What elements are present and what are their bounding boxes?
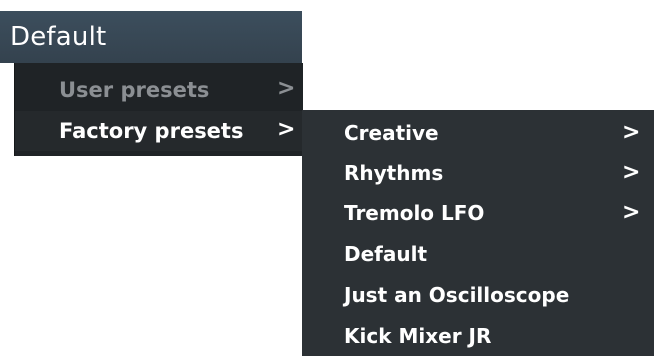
submenu-item-rhythms[interactable]: Rhythms > bbox=[302, 153, 654, 193]
chevron-right-icon: > bbox=[622, 160, 641, 185]
menu-item-label: Factory presets bbox=[59, 119, 244, 143]
preset-menu: User presets > Factory presets > bbox=[14, 63, 303, 156]
chevron-right-icon: > bbox=[622, 120, 641, 145]
submenu-item-tremolo-lfo[interactable]: Tremolo LFO > bbox=[302, 193, 654, 233]
submenu-item-kick-mixer-jr[interactable]: Kick Mixer JR bbox=[302, 316, 654, 356]
chevron-right-icon: > bbox=[277, 76, 296, 101]
menu-item-user-presets[interactable]: User presets > bbox=[15, 70, 303, 110]
submenu-item-just-an-oscilloscope[interactable]: Just an Oscilloscope bbox=[302, 275, 654, 315]
factory-presets-submenu: Creative > Rhythms > Tremolo LFO > Defau… bbox=[302, 110, 654, 356]
preset-browser: Default User presets > Factory presets >… bbox=[0, 0, 657, 356]
submenu-item-label: Tremolo LFO bbox=[344, 201, 485, 225]
chevron-right-icon: > bbox=[622, 200, 641, 225]
preset-selector[interactable]: Default bbox=[0, 11, 302, 63]
submenu-item-label: Just an Oscilloscope bbox=[344, 283, 570, 307]
menu-item-label: User presets bbox=[59, 78, 210, 102]
submenu-item-default[interactable]: Default bbox=[302, 234, 654, 274]
submenu-item-label: Kick Mixer JR bbox=[344, 324, 492, 348]
current-preset-name: Default bbox=[10, 22, 107, 52]
submenu-item-label: Default bbox=[344, 242, 428, 266]
submenu-item-label: Creative bbox=[344, 121, 439, 145]
submenu-item-label: Rhythms bbox=[344, 161, 444, 185]
chevron-right-icon: > bbox=[277, 117, 296, 142]
submenu-item-creative[interactable]: Creative > bbox=[302, 113, 654, 153]
menu-item-factory-presets[interactable]: Factory presets > bbox=[15, 111, 303, 151]
